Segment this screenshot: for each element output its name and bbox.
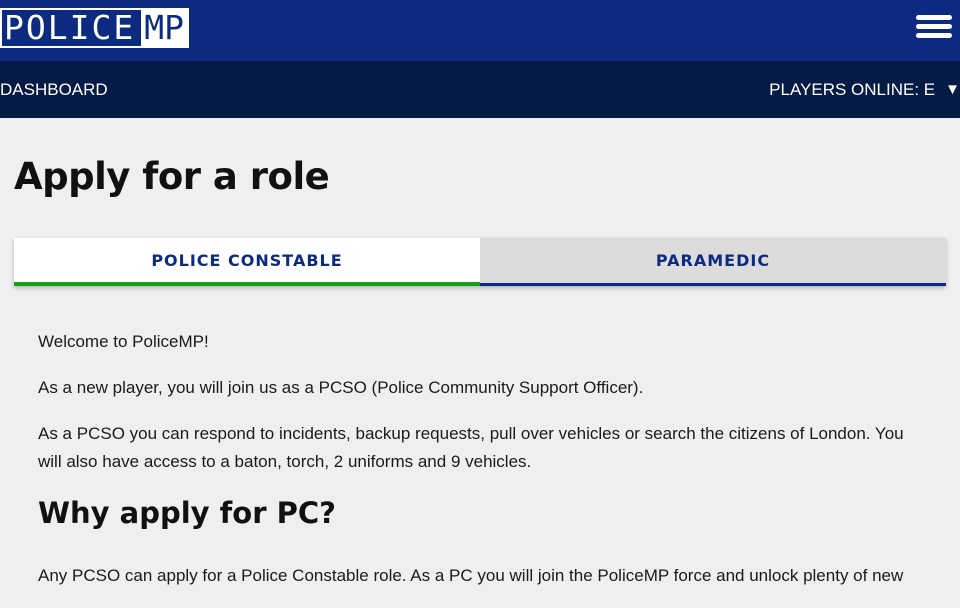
players-online-dropdown[interactable]: PLAYERS ONLINE: E ▼ bbox=[769, 61, 960, 118]
welcome-paragraph: Welcome to PoliceMP! bbox=[38, 332, 209, 351]
logo-text-police: POLICE bbox=[4, 8, 136, 47]
players-online-label: PLAYERS ONLINE: E bbox=[769, 79, 936, 99]
why-apply-heading: Why apply for PC? bbox=[38, 496, 336, 530]
main-navbar: DASHBOARD PLAYERS ONLINE: E ▼ bbox=[0, 61, 960, 118]
pcso-intro-paragraph: As a new player, you will join us as a P… bbox=[38, 378, 644, 397]
top-header: POLICE MP bbox=[0, 0, 960, 61]
logo-text-mp: MP bbox=[141, 10, 187, 46]
role-description: Welcome to PoliceMP! As a new player, yo… bbox=[38, 328, 928, 608]
caret-down-icon: ▼ bbox=[945, 81, 960, 98]
pc-details-paragraph: Any PCSO can apply for a Police Constabl… bbox=[38, 566, 904, 585]
policemp-logo[interactable]: POLICE MP bbox=[0, 8, 189, 48]
pcso-details-paragraph: As a PCSO you can respond to incidents, … bbox=[38, 424, 904, 471]
hamburger-menu-icon[interactable] bbox=[914, 13, 954, 41]
nav-dashboard-link[interactable]: DASHBOARD bbox=[0, 61, 108, 118]
tab-paramedic[interactable]: PARAMEDIC bbox=[480, 238, 946, 286]
tab-police-constable[interactable]: POLICE CONSTABLE bbox=[14, 238, 480, 286]
role-tabs: POLICE CONSTABLE PARAMEDIC bbox=[14, 238, 946, 286]
page-title: Apply for a role bbox=[14, 155, 330, 198]
